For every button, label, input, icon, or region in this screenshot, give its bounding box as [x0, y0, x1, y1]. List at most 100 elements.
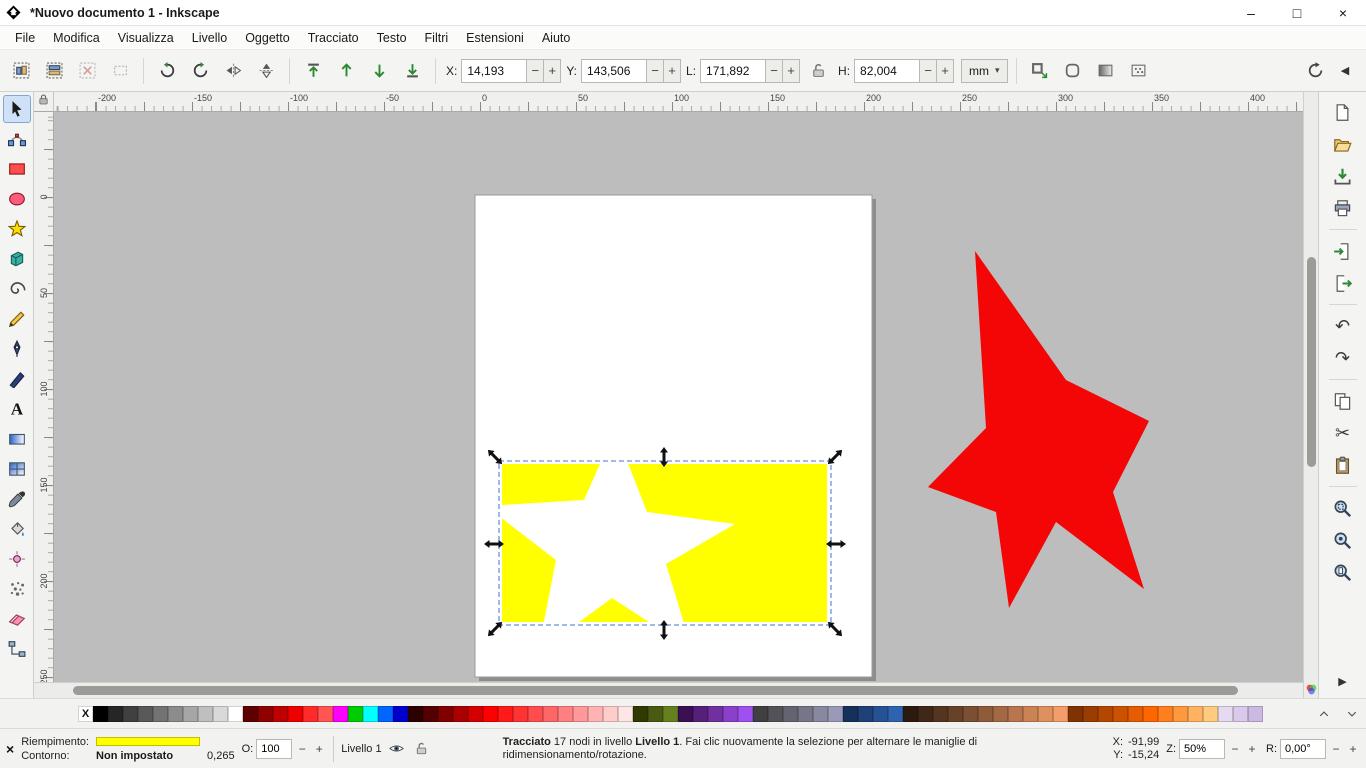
color-swatch[interactable]: [393, 706, 408, 722]
flip-vertical-button[interactable]: [251, 56, 281, 86]
color-swatch[interactable]: [1053, 706, 1068, 722]
color-swatch[interactable]: [483, 706, 498, 722]
tool-selector[interactable]: [3, 95, 31, 123]
x-increment-button[interactable]: +: [544, 59, 561, 83]
color-swatch[interactable]: [888, 706, 903, 722]
height-input[interactable]: [854, 59, 920, 83]
command-cut-button[interactable]: ✂: [1326, 418, 1360, 448]
color-swatch[interactable]: [138, 706, 153, 722]
opacity-increment-button[interactable]: +: [312, 739, 326, 759]
color-swatch[interactable]: [303, 706, 318, 722]
color-swatch[interactable]: [828, 706, 843, 722]
color-swatch[interactable]: [618, 706, 633, 722]
rotation-reset-button[interactable]: [1300, 56, 1330, 86]
color-swatch[interactable]: [738, 706, 753, 722]
color-swatch[interactable]: [918, 706, 933, 722]
color-swatch[interactable]: [363, 706, 378, 722]
fill-stroke-indicator[interactable]: Riempimento: Contorno: Non impostato 0,2…: [21, 736, 234, 762]
color-swatch[interactable]: [708, 706, 723, 722]
scale-pattern-button[interactable]: [1124, 56, 1154, 86]
canvas-viewport[interactable]: [54, 112, 1303, 682]
guide-lock-icon[interactable]: [37, 93, 50, 111]
tool-gradient-tool[interactable]: [3, 425, 31, 453]
vertical-scrollbar[interactable]: [1303, 92, 1318, 698]
opacity-input[interactable]: [256, 739, 292, 759]
color-swatch[interactable]: [258, 706, 273, 722]
lower-button[interactable]: [364, 56, 394, 86]
height-increment-button[interactable]: +: [937, 59, 954, 83]
tool-spiral-tool[interactable]: [3, 275, 31, 303]
color-swatch[interactable]: [348, 706, 363, 722]
color-swatch[interactable]: [1218, 706, 1233, 722]
tool-text-tool[interactable]: A: [3, 395, 31, 423]
color-swatch[interactable]: [573, 706, 588, 722]
color-swatch[interactable]: [273, 706, 288, 722]
tool-spray-tool[interactable]: [3, 575, 31, 603]
color-swatch[interactable]: [108, 706, 123, 722]
zoom-input[interactable]: [1179, 739, 1225, 759]
color-swatch[interactable]: [408, 706, 423, 722]
red-star[interactable]: [928, 251, 1149, 608]
vertical-scrollbar-thumb[interactable]: [1307, 257, 1316, 467]
command-new-document-button[interactable]: [1326, 97, 1360, 127]
menu-modifica[interactable]: Modifica: [44, 28, 109, 48]
command-undo-button[interactable]: ↶: [1326, 311, 1360, 341]
color-swatch[interactable]: [798, 706, 813, 722]
command-print-document-button[interactable]: [1326, 193, 1360, 223]
opacity-decrement-button[interactable]: −: [295, 739, 309, 759]
width-decrement-button[interactable]: −: [766, 59, 783, 83]
color-swatch[interactable]: [168, 706, 183, 722]
layer-visibility-toggle[interactable]: [387, 739, 407, 759]
scale-corners-button[interactable]: [1058, 56, 1088, 86]
rotate-ccw-button[interactable]: [152, 56, 182, 86]
unit-dropdown[interactable]: mm ▾: [961, 59, 1008, 83]
tool-calligraphy-tool[interactable]: [3, 365, 31, 393]
tool-eraser-tool[interactable]: [3, 605, 31, 633]
color-swatch[interactable]: [1038, 706, 1053, 722]
color-swatch[interactable]: [768, 706, 783, 722]
color-swatch[interactable]: [333, 706, 348, 722]
flip-horizontal-button[interactable]: [218, 56, 248, 86]
width-increment-button[interactable]: +: [783, 59, 800, 83]
menu-testo[interactable]: Testo: [368, 28, 416, 48]
color-swatch[interactable]: [1143, 706, 1158, 722]
color-swatch[interactable]: [198, 706, 213, 722]
menu-aiuto[interactable]: Aiuto: [533, 28, 580, 48]
close-button[interactable]: ×: [1320, 0, 1366, 25]
palette-scroll-down-button[interactable]: [1338, 703, 1366, 725]
color-swatch[interactable]: [978, 706, 993, 722]
select-all-button[interactable]: [6, 56, 36, 86]
lock-ratio-button[interactable]: [803, 56, 833, 86]
color-swatch[interactable]: [423, 706, 438, 722]
color-swatch[interactable]: [288, 706, 303, 722]
color-swatch[interactable]: [1083, 706, 1098, 722]
y-increment-button[interactable]: +: [664, 59, 681, 83]
menu-estensioni[interactable]: Estensioni: [457, 28, 533, 48]
color-swatch[interactable]: [438, 706, 453, 722]
color-swatch[interactable]: [678, 706, 693, 722]
command-copy-button[interactable]: [1326, 386, 1360, 416]
menu-tracciato[interactable]: Tracciato: [299, 28, 368, 48]
tool-box3d-tool[interactable]: [3, 245, 31, 273]
color-swatch[interactable]: [963, 706, 978, 722]
horizontal-ruler[interactable]: -200-150-100-50050100150200250300350400: [54, 92, 1303, 112]
x-input[interactable]: [461, 59, 527, 83]
tool-rectangle-tool[interactable]: [3, 155, 31, 183]
select-all-layers-button[interactable]: [39, 56, 69, 86]
y-input[interactable]: [581, 59, 647, 83]
color-swatch[interactable]: [783, 706, 798, 722]
horizontal-scrollbar[interactable]: [34, 682, 1303, 698]
tool-ellipse-tool[interactable]: [3, 185, 31, 213]
color-swatch[interactable]: [648, 706, 663, 722]
color-swatch[interactable]: [1203, 706, 1218, 722]
lower-to-bottom-button[interactable]: [397, 56, 427, 86]
color-swatch[interactable]: [558, 706, 573, 722]
rotation-input[interactable]: [1280, 739, 1326, 759]
menu-oggetto[interactable]: Oggetto: [236, 28, 298, 48]
command-save-document-button[interactable]: [1326, 161, 1360, 191]
color-swatch[interactable]: [873, 706, 888, 722]
color-swatch[interactable]: [693, 706, 708, 722]
rotation-increment-button[interactable]: +: [1346, 739, 1360, 759]
vertical-ruler[interactable]: 050100150200250: [34, 112, 54, 682]
color-swatch[interactable]: [1023, 706, 1038, 722]
